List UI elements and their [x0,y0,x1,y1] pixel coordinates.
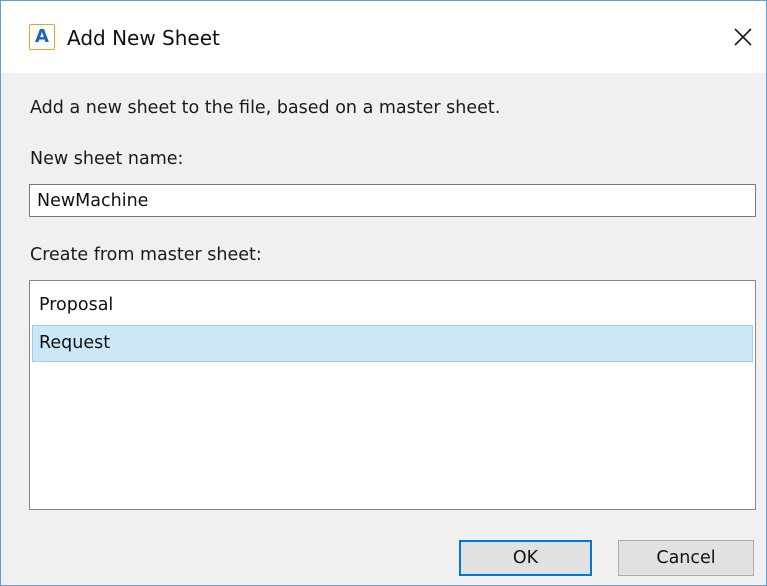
title-bar[interactable]: A Add New Sheet [1,1,766,73]
list-item-proposal[interactable]: Proposal [32,287,753,324]
app-icon-letter: A [35,26,49,47]
list-item-request[interactable]: Request [32,325,753,362]
cancel-button[interactable]: Cancel [618,540,754,576]
dialog-description: Add a new sheet to the file, based on a … [30,98,501,118]
dialog-body: Add a new sheet to the file, based on a … [1,73,766,585]
close-icon[interactable] [725,19,761,55]
master-sheet-list[interactable]: Proposal Request [29,280,756,510]
master-sheet-label: Create from master sheet: [30,245,262,265]
window-title: Add New Sheet [67,26,220,50]
app-icon: A [29,24,55,50]
close-button[interactable] [725,19,761,55]
new-sheet-name-label: New sheet name: [30,149,184,169]
add-new-sheet-dialog: A Add New Sheet Add a new sheet to the f… [0,0,767,586]
new-sheet-name-input[interactable] [29,184,756,217]
ok-button[interactable]: OK [459,540,592,576]
